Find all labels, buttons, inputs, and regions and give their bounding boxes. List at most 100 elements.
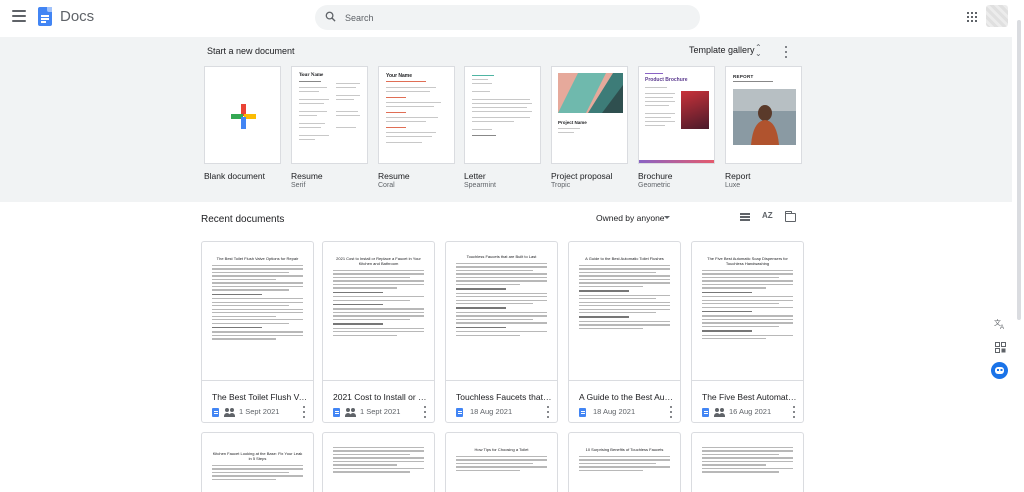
template-name: Report	[725, 171, 751, 181]
search-input[interactable]	[345, 8, 685, 27]
shared-people-icon	[345, 408, 356, 417]
template-name: Project proposal	[551, 171, 613, 181]
google-docs-icon	[579, 408, 586, 417]
template-section: Start a new document Template gallery ⌃ ⌄…	[0, 37, 1024, 202]
doc-more-options-icon[interactable]	[547, 406, 551, 418]
app-title[interactable]: Docs	[60, 8, 94, 25]
doc-card[interactable]: The Best Toilet Flush Valve Options for …	[201, 241, 314, 423]
doc-more-options-icon[interactable]	[793, 406, 797, 418]
doc-preview: 2021 Cost to Install or Replace a Faucet…	[323, 242, 434, 381]
template-name: Brochure	[638, 171, 673, 181]
doc-card[interactable]: A Guide to the Best Automatic Toilet Flu…	[568, 241, 681, 423]
recent-documents-heading: Recent documents	[201, 214, 285, 225]
translate-icon[interactable]: 文A	[992, 316, 1008, 332]
template-preview-title: REPORT	[733, 74, 754, 79]
assistant-bot-icon[interactable]	[991, 362, 1008, 379]
template-subtitle: Luxe	[725, 182, 741, 189]
doc-title: Touchless Faucets that a...	[456, 392, 552, 402]
google-docs-icon	[333, 408, 340, 417]
extensions-icon[interactable]	[992, 339, 1008, 355]
search-bar[interactable]	[315, 5, 700, 30]
doc-preview-heading: 2021 Cost to Install or Replace a Faucet…	[336, 256, 421, 266]
template-thumbnail[interactable]: Project Name	[551, 66, 628, 164]
doc-preview: A Guide to the Best Automatic Toilet Flu…	[569, 242, 680, 381]
doc-preview-heading: 10 Surprising Benefits of Touchless Fauc…	[585, 447, 664, 452]
unfold-icon[interactable]: ⌃ ⌄	[755, 44, 762, 58]
folder-picker-icon[interactable]	[784, 211, 796, 222]
template-subtitle: Geometric	[638, 182, 671, 189]
template-thumbnail[interactable]: REPORT	[725, 66, 802, 164]
doc-card[interactable]: 10 Surprising Benefits of Touchless Fauc…	[568, 432, 681, 492]
list-view-icon[interactable]	[740, 213, 750, 222]
template-gallery-button[interactable]: Template gallery	[689, 45, 755, 55]
doc-preview-heading: The Best Toilet Flush Valve Options for …	[216, 256, 299, 261]
google-docs-icon	[212, 408, 219, 417]
template-resume-serif[interactable]: Your Name Resume Serif	[291, 66, 370, 189]
doc-preview: The Best Toilet Flush Valve Options for …	[202, 242, 313, 381]
doc-preview-heading: How Tips for Choosing a Toilet	[474, 447, 529, 452]
doc-more-options-icon[interactable]	[424, 406, 428, 418]
template-thumbnail[interactable]	[204, 66, 281, 164]
template-thumbnail[interactable]: Product Brochure	[638, 66, 715, 164]
template-name: Resume	[378, 171, 410, 181]
docs-logo-icon[interactable]	[38, 7, 52, 26]
template-name: Blank document	[204, 171, 265, 181]
template-brochure-geometric[interactable]: Product Brochure Brochure Geometric	[638, 66, 717, 189]
template-project-proposal-tropic[interactable]: Project Name Project proposal Tropic	[551, 66, 630, 189]
doc-more-options-icon[interactable]	[303, 406, 307, 418]
doc-date: 18 Aug 2021	[593, 407, 636, 416]
template-subtitle: Tropic	[551, 182, 571, 189]
main-menu-icon[interactable]	[12, 10, 26, 22]
top-bar: Docs	[0, 0, 1024, 35]
doc-preview-heading: Kitchen Faucet Looking at the Base: Fix …	[212, 451, 303, 461]
template-subtitle: Spearmint	[464, 182, 496, 189]
doc-card[interactable]: How Tips for Choosing a Toilet	[445, 432, 558, 492]
doc-date: 16 Aug 2021	[729, 407, 772, 416]
shared-people-icon	[714, 408, 725, 417]
doc-preview-heading: The Five Best Automatic Soap Dispensers …	[707, 256, 788, 266]
start-new-document-heading: Start a new document	[207, 46, 295, 56]
owner-filter-dropdown[interactable]: Owned by anyone	[596, 213, 665, 223]
doc-more-options-icon[interactable]	[670, 406, 674, 418]
google-docs-icon	[456, 408, 463, 417]
tropic-graphic	[558, 73, 623, 113]
doc-title: 2021 Cost to Install or Re...	[333, 392, 429, 402]
template-resume-coral[interactable]: Your Name Resume Coral	[378, 66, 457, 189]
doc-date: 1 Sept 2021	[239, 407, 280, 416]
template-name: Resume	[291, 171, 323, 181]
doc-title: The Five Best Automatic ...	[702, 392, 798, 402]
template-preview-title: Your Name	[386, 73, 413, 79]
doc-card[interactable]: 2021 Cost to Install or Replace a Faucet…	[322, 241, 435, 423]
template-preview-title: Project Name	[558, 120, 587, 125]
doc-date: 1 Sept 2021	[360, 407, 401, 416]
brochure-image	[681, 91, 709, 129]
template-subtitle: Coral	[378, 182, 395, 189]
doc-card[interactable]: Kitchen Faucet Looking at the Base: Fix …	[201, 432, 314, 492]
account-avatar[interactable]	[986, 5, 1008, 27]
doc-card[interactable]: Touchless Faucets that are Built to Last…	[445, 241, 558, 423]
sort-az-icon[interactable]: AZ	[762, 211, 773, 220]
template-thumbnail[interactable]	[464, 66, 541, 164]
template-letter-spearmint[interactable]: Letter Spearmint	[464, 66, 543, 189]
doc-card[interactable]	[322, 432, 435, 492]
template-thumbnail[interactable]: Your Name	[291, 66, 368, 164]
doc-title: A Guide to the Best Auto...	[579, 392, 675, 402]
doc-preview: The Five Best Automatic Soap Dispensers …	[692, 242, 803, 381]
google-apps-icon[interactable]	[967, 12, 977, 22]
svg-text:A: A	[1000, 325, 1004, 330]
template-thumbnail[interactable]: Your Name	[378, 66, 455, 164]
doc-preview-heading: A Guide to the Best Automatic Toilet Flu…	[585, 256, 664, 261]
template-blank[interactable]: Blank document	[204, 66, 283, 181]
doc-title: The Best Toilet Flush Valv...	[212, 392, 308, 402]
dropdown-arrow-icon[interactable]	[664, 216, 670, 219]
shared-people-icon	[224, 408, 235, 417]
templates-more-icon[interactable]	[785, 46, 789, 58]
template-report-luxe[interactable]: REPORT Report Luxe	[725, 66, 804, 189]
template-preview-title: Your Name	[299, 73, 324, 78]
doc-card[interactable]: The Five Best Automatic Soap Dispensers …	[691, 241, 804, 423]
report-image	[733, 89, 796, 145]
doc-card[interactable]	[691, 432, 804, 492]
template-preview-title: Product Brochure	[645, 77, 688, 83]
search-icon[interactable]	[325, 11, 336, 22]
scrollbar[interactable]	[1017, 20, 1021, 320]
